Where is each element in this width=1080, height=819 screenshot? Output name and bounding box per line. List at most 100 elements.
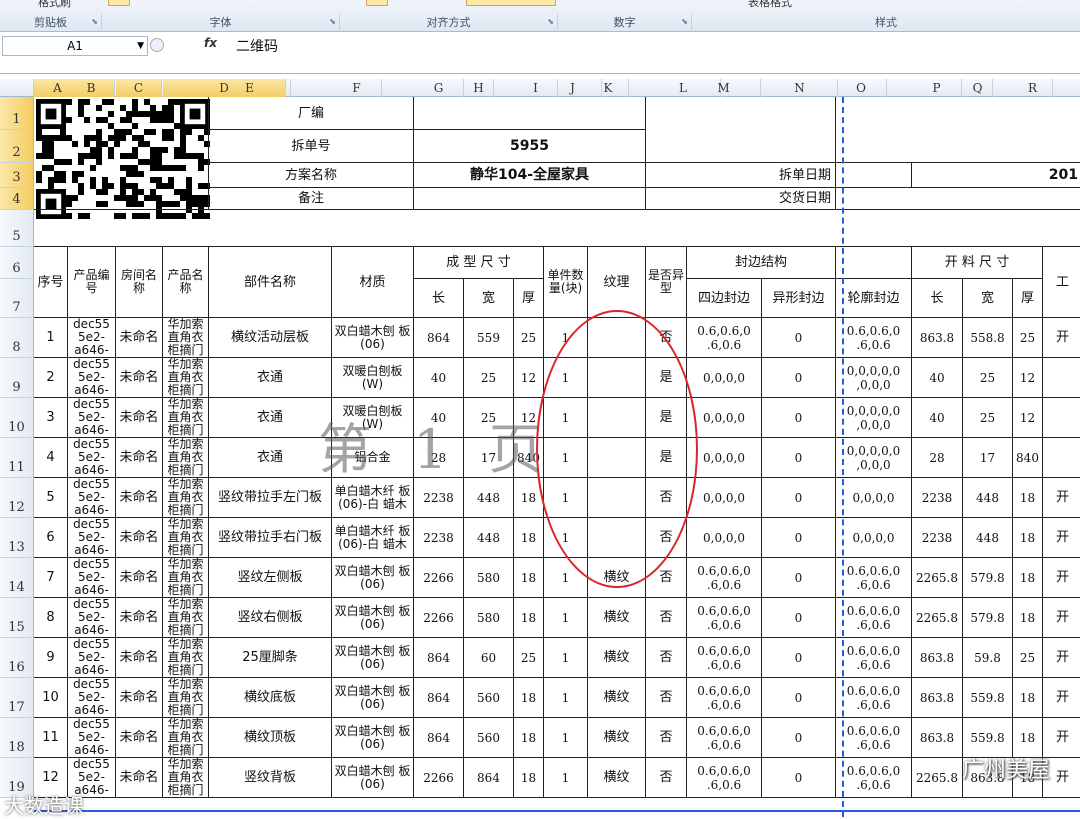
row-header-2[interactable]: 2 [0,130,34,163]
table-cell-irre[interactable]: 0 [762,478,836,518]
remark-value-cell[interactable] [414,188,646,210]
table-cell-code[interactable]: dec55 5e2- a646- [68,598,116,638]
col-head-cut-thk[interactable]: 厚 [1013,279,1043,318]
table-cell-mat[interactable]: 双白蜡木刨 板(06) [332,558,414,598]
table-cell-q[interactable]: 1 [544,678,588,718]
col-head-material[interactable]: 材质 [332,247,414,318]
table-cell-cont[interactable]: 0,0,0,0,0 ,0,0,0 [836,438,912,478]
table-cell-edge[interactable]: 0,0,0,0 [687,358,762,398]
row-header-13[interactable]: 13 [0,518,34,558]
table-cell-cl[interactable]: 2238 [912,518,963,558]
row-header-7[interactable]: 7 [0,279,34,318]
table-cell-edge[interactable]: 0,0,0,0 [687,438,762,478]
table-cell-prod[interactable]: 华加索 直角衣 柜摘门 [163,638,209,678]
table-cell-mat[interactable]: 单白蜡木纤 板(06)-白 蜡木 [332,518,414,558]
table-cell-cont[interactable]: 0.6,0.6,0 .6,0.6 [836,718,912,758]
table-cell-w[interactable]: 60 [464,638,514,678]
table-cell-irre[interactable]: 0 [762,358,836,398]
table-cell-room[interactable]: 未命名 [116,398,163,438]
table-cell-mat[interactable]: 双白蜡木刨 板(06) [332,678,414,718]
ribbon-button-partial[interactable] [366,0,388,6]
table-cell-w[interactable]: 448 [464,478,514,518]
table-cell-mat[interactable]: 双白蜡木刨 板(06) [332,718,414,758]
qr-cell[interactable] [34,97,209,210]
table-cell-code[interactable]: dec55 5e2- a646- [68,438,116,478]
table-cell-part[interactable]: 横纹底板 [209,678,332,718]
table-cell-edge[interactable]: 0,0,0,0 [687,518,762,558]
table-cell-w[interactable]: 559 [464,318,514,358]
format-painter-label[interactable]: 格式刷 [38,0,71,10]
split-no-label-cell[interactable]: 拆单号 [209,130,414,163]
row-header-12[interactable]: 12 [0,478,34,518]
table-cell-cw[interactable]: 448 [963,518,1013,558]
table-cell-code[interactable]: dec55 5e2- a646- [68,318,116,358]
table-cell-prod[interactable]: 华加索 直角衣 柜摘门 [163,358,209,398]
table-cell-w[interactable]: 560 [464,718,514,758]
row-header-18[interactable]: 18 [0,718,34,758]
table-cell-part[interactable]: 竖纹带拉手左门板 [209,478,332,518]
col-head-code[interactable]: 产品编号 [68,247,116,318]
table-cell-x[interactable]: 开 [1043,478,1080,518]
table-cell-seq[interactable]: 8 [34,598,68,638]
table-cell-edge[interactable]: 0.6,0.6,0 .6,0.6 [687,558,762,598]
column-header-h[interactable]: H [464,79,494,97]
table-cell-part[interactable]: 横纹顶板 [209,718,332,758]
table-cell-mat[interactable]: 双白蜡木刨 板(06) [332,598,414,638]
table-cell-prod[interactable]: 华加索 直角衣 柜摘门 [163,518,209,558]
split-date-value-cell[interactable]: 201 [912,163,1080,188]
table-cell-l[interactable]: 2238 [414,518,464,558]
table-cell-irre[interactable]: 0 [762,678,836,718]
table-cell-ct[interactable]: 18 [1013,478,1043,518]
table-cell-cw[interactable]: 25 [963,358,1013,398]
table-cell-prod[interactable]: 华加索 直角衣 柜摘门 [163,438,209,478]
column-header-p[interactable]: P [912,79,962,97]
dialog-launcher-icon[interactable]: ⬊ [547,17,554,26]
table-cell-irre[interactable]: 0 [762,558,836,598]
select-all-corner[interactable] [0,79,34,97]
column-header-b[interactable]: B [68,79,115,97]
row-header-3[interactable]: 3 [0,163,34,188]
table-cell-cont[interactable]: 0,0,0,0,0 ,0,0,0 [836,358,912,398]
table-cell-x[interactable]: 开 [1043,518,1080,558]
column-header-k[interactable]: K [588,79,629,97]
table-cell-q[interactable]: 1 [544,758,588,798]
table-cell-room[interactable]: 未命名 [116,518,163,558]
table-cell-tex[interactable]: 横纹 [588,758,646,798]
table-cell-ct[interactable]: 18 [1013,518,1043,558]
col-head-len[interactable]: 长 [414,279,464,318]
table-cell-seq[interactable]: 5 [34,478,68,518]
table-cell-mat[interactable]: 单白蜡木纤 板(06)-白 蜡木 [332,478,414,518]
table-cell-cw[interactable]: 448 [963,478,1013,518]
table-cell-t[interactable]: 18 [514,758,544,798]
table-cell-ct[interactable]: 12 [1013,398,1043,438]
table-cell-code[interactable]: dec55 5e2- a646- [68,358,116,398]
table-cell-cl[interactable]: 2265.8 [912,558,963,598]
table-cell-cl[interactable]: 2238 [912,478,963,518]
table-cell-l[interactable]: 864 [414,318,464,358]
table-cell-cont[interactable]: 0.6,0.6,0 .6,0.6 [836,318,912,358]
table-cell-irre[interactable]: 0 [762,718,836,758]
table-cell-l[interactable]: 864 [414,678,464,718]
row-header-4[interactable]: 4 [0,188,34,210]
table-cell-code[interactable]: dec55 5e2- a646- [68,478,116,518]
ribbon-button-partial[interactable] [108,0,130,6]
split-date-cell[interactable] [836,163,912,188]
table-cell-q[interactable]: 1 [544,718,588,758]
table-cell-t[interactable]: 25 [514,318,544,358]
table-cell-x[interactable]: 开 [1043,558,1080,598]
table-cell-edge[interactable]: 0.6,0.6,0 .6,0.6 [687,318,762,358]
col-head-part[interactable]: 部件名称 [209,247,332,318]
table-cell-part[interactable]: 竖纹右侧板 [209,598,332,638]
col-head-cut-len[interactable]: 长 [912,279,963,318]
table-cell-prod[interactable]: 华加索 直角衣 柜摘门 [163,398,209,438]
row-header-15[interactable]: 15 [0,598,34,638]
table-cell-w[interactable]: 864 [464,758,514,798]
table-cell-t[interactable]: 18 [514,678,544,718]
column-header-r[interactable]: R [1013,79,1053,97]
col-head-cut[interactable]: 开 料 尺 寸 [912,247,1043,279]
name-box[interactable]: A1 ▼ [2,36,148,56]
table-cell-room[interactable]: 未命名 [116,438,163,478]
table-cell-room[interactable]: 未命名 [116,558,163,598]
table-cell-ct[interactable]: 18 [1013,598,1043,638]
table-cell-part[interactable]: 横纹活动层板 [209,318,332,358]
